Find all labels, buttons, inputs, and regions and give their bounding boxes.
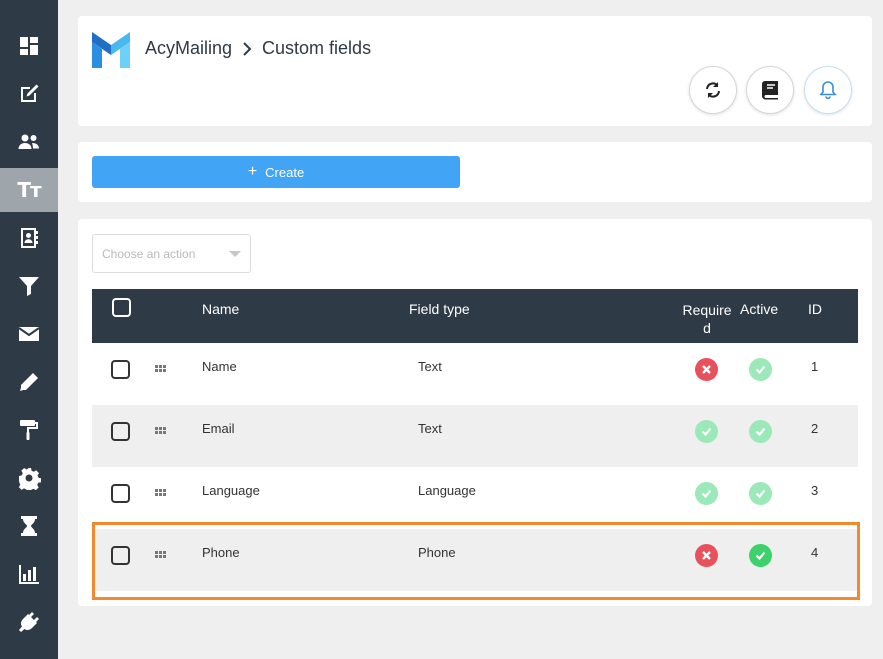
drag-handle-icon[interactable] xyxy=(155,427,167,435)
notifications-button[interactable] xyxy=(804,66,852,114)
sidebar-item-dashboard[interactable] xyxy=(0,24,58,68)
row-checkbox[interactable] xyxy=(111,360,130,379)
paint-roller-icon xyxy=(20,420,38,440)
chevron-right-icon xyxy=(243,41,252,56)
sidebar-item-lists[interactable] xyxy=(0,216,58,260)
header-field-type[interactable]: Field type xyxy=(409,301,470,317)
check-icon xyxy=(755,489,766,499)
drag-handle-icon[interactable] xyxy=(155,489,167,497)
breadcrumb: AcyMailing Custom fields xyxy=(145,38,371,59)
check-icon xyxy=(755,427,766,437)
field-name[interactable]: Language xyxy=(202,483,260,498)
active-toggle[interactable] xyxy=(749,544,772,567)
field-type: Language xyxy=(418,483,476,498)
dashboard-icon xyxy=(20,37,38,55)
table-row[interactable]: Phone Phone 4 xyxy=(92,529,858,591)
gear-icon xyxy=(18,468,41,490)
row-checkbox[interactable] xyxy=(111,546,130,565)
create-button-label: Create xyxy=(265,164,305,180)
bulk-action-placeholder: Choose an action xyxy=(102,246,196,261)
active-toggle[interactable] xyxy=(749,482,772,505)
table-header: Name Field type Require d Active ID xyxy=(92,289,858,343)
sidebar-item-segments[interactable] xyxy=(0,264,58,308)
custom-fields-table: Name Field type Require d Active ID Name… xyxy=(92,289,858,591)
header-panel: AcyMailing Custom fields xyxy=(78,16,872,126)
sidebar-item-queue[interactable] xyxy=(0,504,58,548)
field-name[interactable]: Email xyxy=(202,421,235,436)
sidebar-item-add-ons[interactable] xyxy=(0,600,58,644)
refresh-button[interactable] xyxy=(689,66,737,114)
plug-icon xyxy=(19,612,39,632)
bar-chart-icon xyxy=(19,565,39,584)
x-icon xyxy=(702,365,711,374)
field-name[interactable]: Phone xyxy=(202,545,240,560)
users-icon xyxy=(18,134,39,149)
row-checkbox[interactable] xyxy=(111,484,130,503)
envelope-icon xyxy=(18,327,40,341)
field-type: Text xyxy=(418,359,442,374)
sidebar-item-configuration[interactable] xyxy=(0,456,58,500)
required-toggle[interactable] xyxy=(695,544,718,567)
select-all-checkbox[interactable] xyxy=(112,298,131,317)
check-icon xyxy=(755,551,766,561)
header-id[interactable]: ID xyxy=(808,301,822,317)
book-icon xyxy=(762,81,778,100)
active-toggle[interactable] xyxy=(749,420,772,443)
required-toggle[interactable] xyxy=(695,420,718,443)
field-id: 2 xyxy=(811,421,819,436)
check-icon xyxy=(701,427,712,437)
caret-down-icon xyxy=(229,251,241,257)
bulk-action-select[interactable]: Choose an action xyxy=(92,234,251,273)
sidebar-item-custom-fields[interactable]: Tт xyxy=(0,168,58,212)
field-id: 1 xyxy=(811,359,819,374)
required-toggle[interactable] xyxy=(695,358,718,381)
breadcrumb-root[interactable]: AcyMailing xyxy=(145,38,232,59)
documentation-button[interactable] xyxy=(746,66,794,114)
header-active[interactable]: Active xyxy=(740,301,778,317)
sidebar-item-templates[interactable] xyxy=(0,360,58,404)
acymailing-logo-icon xyxy=(92,32,130,68)
sidebar-item-newsletters[interactable] xyxy=(0,72,58,116)
table-row[interactable]: Name Text 1 xyxy=(92,343,858,405)
active-toggle[interactable] xyxy=(749,358,772,381)
edit-icon xyxy=(21,84,39,102)
header-name[interactable]: Name xyxy=(202,301,239,317)
required-toggle[interactable] xyxy=(695,482,718,505)
field-id: 3 xyxy=(811,483,819,498)
address-book-icon xyxy=(21,228,38,248)
x-icon xyxy=(702,551,711,560)
sidebar-item-statistics[interactable] xyxy=(0,552,58,596)
drag-handle-icon[interactable] xyxy=(155,551,167,559)
field-type: Phone xyxy=(418,545,456,560)
sidebar-item-design[interactable] xyxy=(0,408,58,452)
pencil-icon xyxy=(20,373,38,391)
page-title: Custom fields xyxy=(262,38,372,58)
header-required[interactable]: Require d xyxy=(679,301,735,337)
toolbar-panel: + Create xyxy=(78,142,872,202)
check-icon xyxy=(701,489,712,499)
field-id: 4 xyxy=(811,545,819,560)
table-row[interactable]: Language Language 3 xyxy=(92,467,858,529)
create-button[interactable]: + Create xyxy=(92,156,460,188)
row-checkbox[interactable] xyxy=(111,422,130,441)
sidebar-item-subscribers[interactable] xyxy=(0,120,58,164)
drag-handle-icon[interactable] xyxy=(155,365,167,373)
field-name[interactable]: Name xyxy=(202,359,237,374)
hourglass-icon xyxy=(21,516,37,536)
check-icon xyxy=(755,365,766,375)
table-row[interactable]: Email Text 2 xyxy=(92,405,858,467)
sidebar-item-campaigns[interactable] xyxy=(0,312,58,356)
plus-icon: + xyxy=(247,163,258,180)
fields-list-panel: Choose an action Name Field type Require… xyxy=(78,219,872,606)
filter-icon xyxy=(19,277,39,296)
field-type: Text xyxy=(418,421,442,436)
bell-icon xyxy=(819,81,837,100)
sidebar: Tт xyxy=(0,0,58,659)
text-fields-icon: Tт xyxy=(17,178,41,202)
refresh-icon xyxy=(706,82,720,98)
